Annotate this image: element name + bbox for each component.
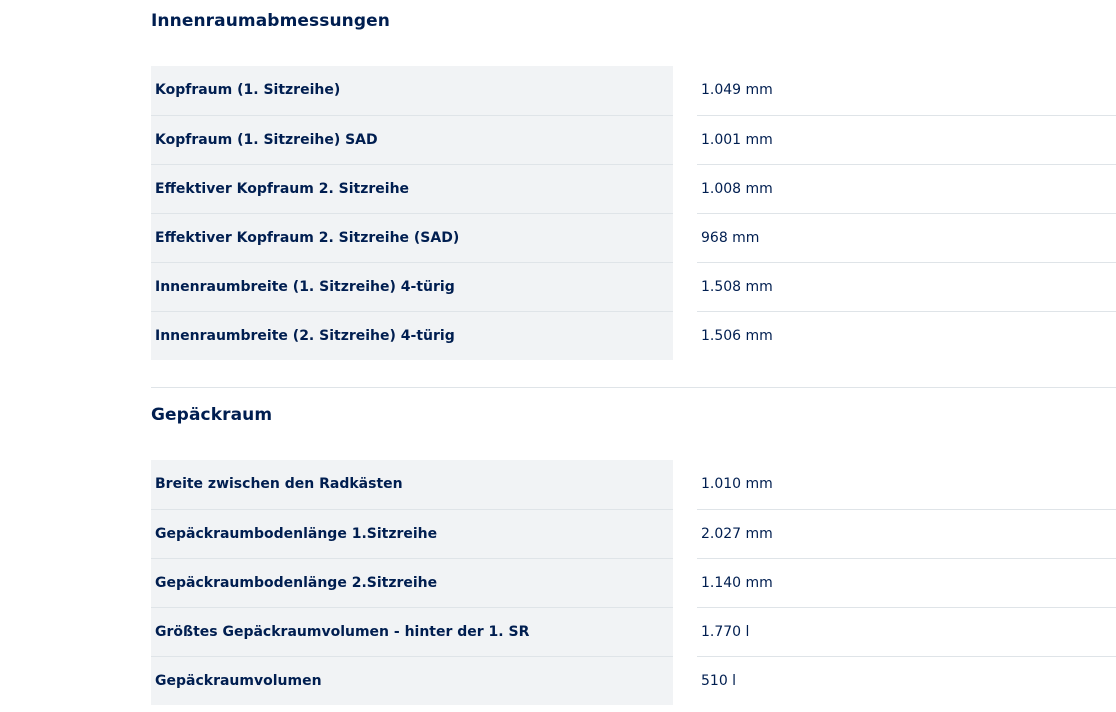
row-value: 1.506 mm [701,328,773,344]
table-row: Kopfraum (1. Sitzreihe) 1.049 mm [151,66,1116,115]
row-label: Kopfraum (1. Sitzreihe) [155,82,341,98]
interior-table: Kopfraum (1. Sitzreihe) 1.049 mm Kopfrau… [151,66,1116,360]
row-value: 1.008 mm [701,181,773,197]
row-label: Innenraumbreite (2. Sitzreihe) 4-türig [155,328,455,344]
table-row: Gepäckraumvolumen 510 l [151,656,1116,705]
table-row: Gepäckraumbodenlänge 1.Sitzreihe 2.027 m… [151,509,1116,558]
row-value: 968 mm [701,230,760,246]
row-label-cell: Kopfraum (1. Sitzreihe) [151,66,673,115]
row-label: Effektiver Kopfraum 2. Sitzreihe [155,181,410,197]
row-value: 1.770 l [701,624,750,640]
row-label: Größtes Gepäckraumvolumen - hinter der 1… [155,624,530,640]
row-label: Gepäckraumbodenlänge 1.Sitzreihe [155,526,438,542]
row-label: Innenraumbreite (1. Sitzreihe) 4-türig [155,279,455,295]
luggage-table: Breite zwischen den Radkästen 1.010 mm G… [151,460,1116,705]
row-label-cell: Innenraumbreite (1. Sitzreihe) 4-türig [151,262,673,311]
table-row: Gepäckraumbodenlänge 2.Sitzreihe 1.140 m… [151,558,1116,607]
row-value: 1.508 mm [701,279,773,295]
row-label-cell: Gepäckraumvolumen [151,656,673,705]
row-label: Gepäckraumbodenlänge 2.Sitzreihe [155,575,438,591]
row-value: 1.140 mm [701,575,773,591]
row-label-cell: Gepäckraumbodenlänge 2.Sitzreihe [151,558,673,607]
row-value: 510 l [701,673,737,689]
row-label: Breite zwischen den Radkästen [155,476,403,492]
luggage-section-title: Gepäckraum [151,405,273,425]
row-label-cell: Innenraumbreite (2. Sitzreihe) 4-türig [151,311,673,360]
table-row: Effektiver Kopfraum 2. Sitzreihe 1.008 m… [151,164,1116,213]
row-label-cell: Effektiver Kopfraum 2. Sitzreihe [151,164,673,213]
row-value-cell: 1.770 l [697,607,1116,656]
table-row: Kopfraum (1. Sitzreihe) SAD 1.001 mm [151,115,1116,164]
table-row: Größtes Gepäckraumvolumen - hinter der 1… [151,607,1116,656]
row-value-cell: 2.027 mm [697,509,1116,558]
row-label-cell: Effektiver Kopfraum 2. Sitzreihe (SAD) [151,213,673,262]
row-label-cell: Breite zwischen den Radkästen [151,460,673,509]
row-label: Effektiver Kopfraum 2. Sitzreihe (SAD) [155,230,460,246]
table-row: Innenraumbreite (2. Sitzreihe) 4-türig 1… [151,311,1116,360]
row-label-cell: Gepäckraumbodenlänge 1.Sitzreihe [151,509,673,558]
row-label: Kopfraum (1. Sitzreihe) SAD [155,132,378,148]
table-row: Effektiver Kopfraum 2. Sitzreihe (SAD) 9… [151,213,1116,262]
row-value-cell: 1.001 mm [697,115,1116,164]
row-label-cell: Größtes Gepäckraumvolumen - hinter der 1… [151,607,673,656]
row-value-cell: 1.008 mm [697,164,1116,213]
row-value: 1.001 mm [701,132,773,148]
interior-section-title: Innenraumabmessungen [151,11,390,31]
row-value-cell: 510 l [697,656,1116,705]
row-value-cell: 1.049 mm [697,66,1116,115]
row-value-cell: 1.508 mm [697,262,1116,311]
row-label-cell: Kopfraum (1. Sitzreihe) SAD [151,115,673,164]
table-row: Innenraumbreite (1. Sitzreihe) 4-türig 1… [151,262,1116,311]
row-value: 1.010 mm [701,476,773,492]
row-value-cell: 968 mm [697,213,1116,262]
row-label: Gepäckraumvolumen [155,673,322,689]
row-value-cell: 1.140 mm [697,558,1116,607]
table-row: Breite zwischen den Radkästen 1.010 mm [151,460,1116,509]
row-value: 2.027 mm [701,526,773,542]
row-value-cell: 1.010 mm [697,460,1116,509]
section-divider [151,387,1116,388]
spec-page: Innenraumabmessungen Kopfraum (1. Sitzre… [0,0,1116,712]
row-value-cell: 1.506 mm [697,311,1116,360]
row-value: 1.049 mm [701,82,773,98]
